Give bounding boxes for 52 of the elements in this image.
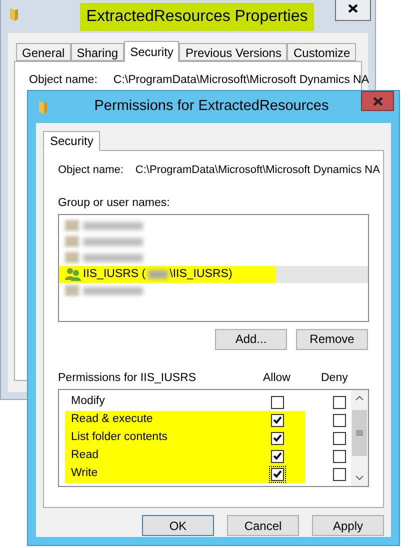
check-icon (273, 470, 282, 478)
checkbox[interactable] (331, 466, 348, 482)
column-header: Allow (263, 370, 292, 386)
window-title: ExtractedResources Properties (80, 3, 314, 31)
list-button[interactable]: Add... (215, 328, 287, 350)
object-name-label: Object name: (58, 163, 124, 178)
user-name: IIS_IUSRS ( (83, 266, 146, 282)
dialog-button[interactable]: Apply (312, 515, 384, 536)
permission-name: Write (71, 466, 99, 482)
folder-icon (38, 99, 48, 115)
grip-icon (356, 430, 363, 436)
checkbox[interactable] (269, 466, 286, 482)
object-name-value: C:\ProgramData\Microsoft\Microsoft Dynamics NA (113, 73, 370, 88)
dialog-title: Permissions for ExtractedResources (94, 97, 329, 116)
checkbox[interactable] (331, 394, 348, 410)
group-label: Group or user names: (58, 196, 171, 210)
close-icon (372, 96, 382, 106)
tab[interactable]: Previous Versions (179, 43, 288, 61)
checkbox[interactable] (331, 430, 348, 446)
permission-name: Read (71, 448, 100, 464)
object-name-label: Object name: (29, 73, 98, 88)
tab[interactable]: General (16, 43, 71, 61)
close-button[interactable] (335, 0, 371, 21)
checkbox[interactable] (269, 394, 286, 410)
checkbox[interactable] (269, 448, 286, 464)
tab[interactable]: Security (43, 131, 100, 151)
scrollbar[interactable] (351, 390, 368, 486)
permission-name: List folder contents (71, 430, 169, 446)
close-icon (348, 4, 358, 12)
permissions-label: Permissions for IIS_IUSRS (58, 370, 198, 386)
dialog-button[interactable]: Cancel (227, 515, 299, 536)
folder-icon (9, 6, 19, 22)
checkbox[interactable] (269, 412, 286, 428)
permission-name: Read & execute (71, 412, 154, 428)
tab[interactable]: Customize (287, 43, 356, 61)
user-item[interactable]: IIS_IUSRS ( \IIS_IUSRS) (59, 266, 368, 283)
checkbox[interactable] (331, 448, 348, 464)
check-icon (273, 416, 282, 424)
check-icon (273, 452, 282, 460)
redacted-block (148, 270, 168, 279)
object-name-value: C:\ProgramData\Microsoft\Microsoft Dynamics NA (135, 163, 380, 178)
checkbox[interactable] (269, 430, 286, 446)
list-button[interactable]: Remove (296, 328, 368, 350)
checkbox[interactable] (331, 412, 348, 428)
column-header: Deny (321, 370, 348, 386)
user-name: \IIS_IUSRS) (170, 266, 232, 282)
tab[interactable]: Security (124, 41, 180, 62)
tab[interactable]: Sharing (70, 43, 124, 61)
permission-name: Modify (71, 394, 106, 410)
dialog-button[interactable]: OK (142, 515, 214, 536)
users-icon (65, 267, 81, 282)
check-icon (273, 434, 282, 442)
